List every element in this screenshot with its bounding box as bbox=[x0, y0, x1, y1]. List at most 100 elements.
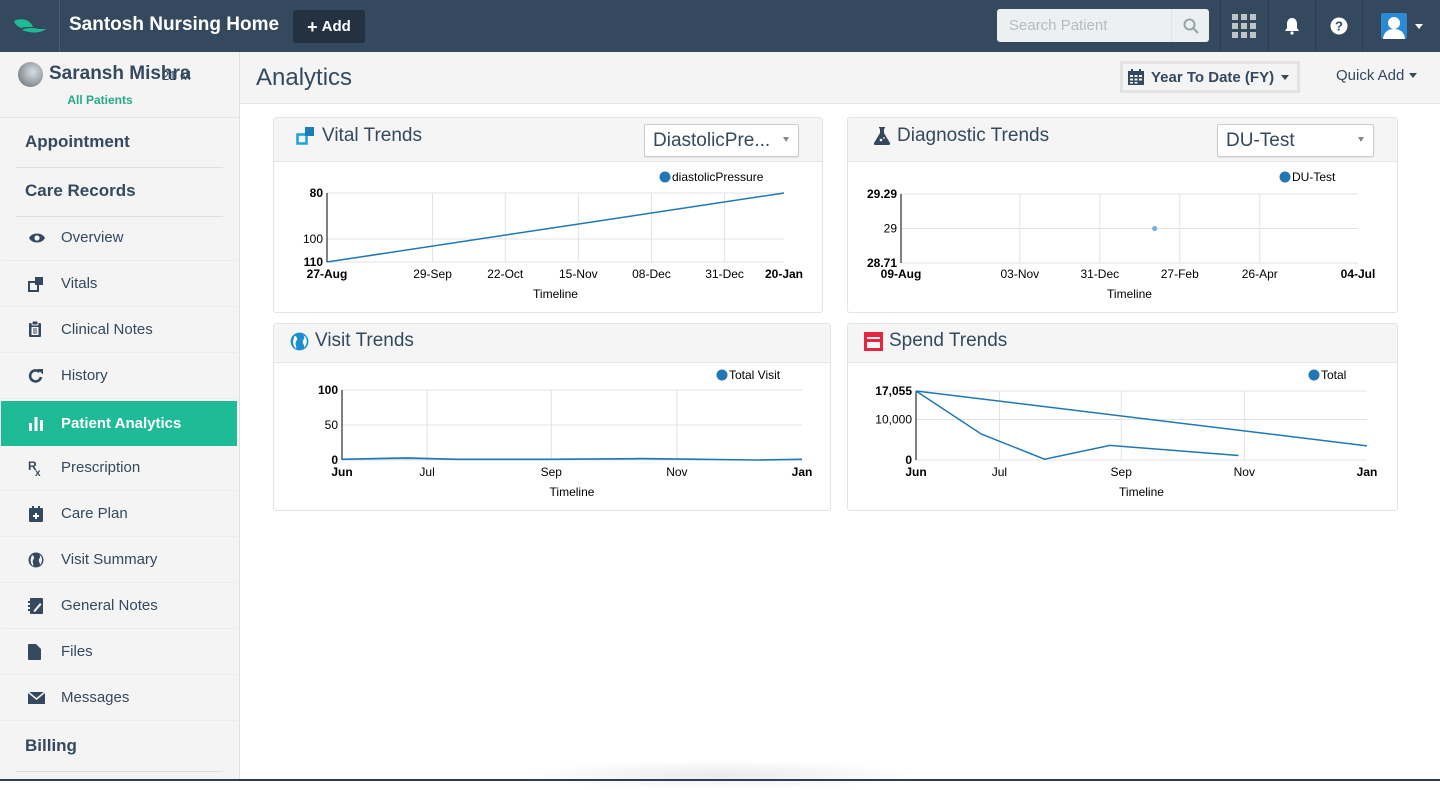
vital-type-select[interactable]: DiastolicPre... bbox=[644, 124, 799, 157]
legend-label: Total Visit bbox=[729, 368, 781, 382]
dropdown-arrow-icon bbox=[1358, 137, 1364, 142]
diagnostic-trends-chart: 29.292928.7109-Aug 03-Nov 31-Dec 27-Feb 26-A… bbox=[867, 170, 1375, 301]
apps-grid-icon bbox=[1232, 14, 1256, 38]
y-tick-label: 29 bbox=[884, 222, 898, 236]
series-line bbox=[915, 390, 1368, 447]
file-icon bbox=[28, 643, 56, 660]
sidebar-item-prescription[interactable]: Rx Prescription bbox=[1, 445, 237, 491]
add-button[interactable]: + Add bbox=[293, 10, 365, 43]
x-tick-label: 31-Dec bbox=[1080, 267, 1119, 281]
sidebar-item-patient-analytics[interactable]: Patient Analytics bbox=[1, 401, 237, 446]
x-tick-label: 20-Jan bbox=[765, 267, 803, 281]
sidebar-item-label: Vitals bbox=[61, 275, 98, 292]
sidebar-item-label: Patient Analytics bbox=[61, 415, 182, 432]
x-axis-title: Timeline bbox=[1107, 287, 1152, 301]
patient-avatar[interactable] bbox=[18, 62, 43, 87]
all-patients-link[interactable]: All Patients bbox=[0, 93, 200, 107]
x-tick-label: 09-Aug bbox=[881, 267, 922, 281]
search-icon bbox=[1183, 18, 1199, 34]
search-patient-input[interactable] bbox=[997, 9, 1171, 42]
vitals-icon bbox=[28, 276, 56, 292]
sidebar-section-care-records[interactable]: Care Records bbox=[25, 181, 136, 201]
spend-trends-panel: Spend Trends 17,055 10,000 0 Jun Jul Sep Nov Ja… bbox=[847, 323, 1398, 511]
help-button[interactable]: ? bbox=[1315, 0, 1362, 52]
svg-text:x: x bbox=[35, 468, 41, 476]
y-tick-label: 10,000 bbox=[875, 413, 912, 427]
panel-title: Vital Trends bbox=[322, 125, 422, 146]
y-tick-label: 50 bbox=[325, 418, 339, 432]
sidebar-item-label: Care Plan bbox=[61, 505, 128, 522]
series-line bbox=[915, 390, 1239, 460]
diagnostic-test-select[interactable]: DU-Test bbox=[1217, 124, 1374, 157]
sidebar-item-label: History bbox=[61, 367, 108, 384]
plus-icon: + bbox=[307, 16, 318, 37]
apps-menu-button[interactable] bbox=[1220, 0, 1267, 52]
x-axis-title: Timeline bbox=[1119, 485, 1164, 499]
legend-label: Total bbox=[1321, 368, 1346, 382]
x-tick-label: Sep bbox=[541, 465, 563, 479]
sidebar-item-general-notes[interactable]: General Notes bbox=[1, 583, 237, 629]
help-icon: ? bbox=[1330, 17, 1348, 35]
sidebar-item-overview[interactable]: Overview bbox=[1, 215, 237, 261]
page-title: Analytics bbox=[256, 64, 353, 91]
quick-add-dropdown[interactable]: Quick Add bbox=[1336, 67, 1418, 84]
user-menu-caret-icon bbox=[1414, 23, 1423, 29]
spend-icon bbox=[864, 331, 883, 351]
diagnostic-trends-panel: Diagnostic Trends DU-Test 29.29 29 28.71 09… bbox=[847, 117, 1398, 313]
leaf-logo-icon bbox=[13, 19, 46, 33]
x-tick-label: 31-Dec bbox=[705, 267, 744, 281]
sidebar-item-care-plan[interactable]: Care Plan bbox=[1, 491, 237, 537]
sidebar-item-label: General Notes bbox=[61, 597, 158, 614]
sidebar-item-files[interactable]: Files bbox=[1, 629, 237, 675]
brand-name[interactable]: Santosh Nursing Home bbox=[69, 14, 279, 36]
y-tick-label: 100 bbox=[318, 383, 338, 397]
notifications-button[interactable] bbox=[1268, 0, 1315, 52]
calendar-icon bbox=[1128, 69, 1144, 85]
sidebar-item-label: Visit Summary bbox=[61, 551, 158, 568]
panel-header: Spend Trends bbox=[848, 324, 1397, 363]
search-button[interactable] bbox=[1171, 9, 1209, 42]
flask-icon bbox=[873, 127, 891, 145]
sidebar-item-history[interactable]: History bbox=[1, 353, 237, 399]
panel-header: Vital Trends DiastolicPre... bbox=[274, 118, 822, 162]
x-tick-label: 27-Aug bbox=[307, 267, 348, 281]
date-range-dropdown[interactable]: Year To Date (FY) bbox=[1120, 61, 1300, 93]
panel-title: Diagnostic Trends bbox=[897, 125, 1050, 146]
y-tick-label: 80 bbox=[310, 186, 324, 200]
sidebar-item-label: Overview bbox=[61, 229, 124, 246]
divider bbox=[16, 771, 223, 772]
sidebar-item-messages[interactable]: Messages bbox=[1, 675, 237, 721]
y-tick-label: 29.29 bbox=[867, 187, 897, 201]
sidebar-item-visit-summary[interactable]: Visit Summary bbox=[1, 537, 237, 583]
clipboard-icon bbox=[28, 321, 56, 338]
sidebar-item-label: Messages bbox=[61, 689, 130, 706]
user-menu-button[interactable] bbox=[1362, 0, 1440, 52]
x-axis-title: Timeline bbox=[533, 287, 578, 301]
add-button-label: Add bbox=[321, 18, 351, 35]
globe-icon bbox=[28, 552, 56, 568]
vital-trends-panel: Vital Trends DiastolicPre... 80 100 110 27-… bbox=[273, 117, 823, 313]
x-tick-label: Jan bbox=[1357, 465, 1378, 479]
legend-marker bbox=[1279, 171, 1291, 183]
refresh-icon bbox=[28, 368, 56, 384]
spend-trends-chart: 17,05510,0000Jun Jul Sep Nov JanTimelineTota… bbox=[875, 368, 1378, 499]
bell-icon bbox=[1285, 18, 1299, 35]
sidebar-item-label: Prescription bbox=[61, 459, 141, 476]
sidebar-item-vitals[interactable]: Vitals bbox=[1, 261, 237, 307]
patient-header: Saransh Mishra 21 M All Patients bbox=[0, 52, 239, 118]
sidebar-section-billing[interactable]: Billing bbox=[25, 736, 77, 756]
x-tick-label: 29-Sep bbox=[413, 267, 452, 281]
x-tick-label: Jun bbox=[905, 465, 926, 479]
app-logo[interactable] bbox=[0, 0, 60, 52]
globe-icon bbox=[290, 332, 309, 350]
legend-label: DU-Test bbox=[1292, 170, 1336, 184]
sidebar: Saransh Mishra 21 M All Patients Appoint… bbox=[0, 52, 240, 781]
x-tick-label: 15-Nov bbox=[559, 267, 598, 281]
legend-label: diastolicPressure bbox=[672, 170, 764, 184]
panel-header: Visit Trends bbox=[274, 324, 830, 363]
sidebar-section-appointment[interactable]: Appointment bbox=[25, 132, 130, 152]
chevron-down-icon bbox=[1409, 73, 1418, 78]
series-line bbox=[326, 192, 785, 263]
envelope-icon bbox=[28, 691, 56, 704]
sidebar-item-clinical-notes[interactable]: Clinical Notes bbox=[1, 307, 237, 353]
